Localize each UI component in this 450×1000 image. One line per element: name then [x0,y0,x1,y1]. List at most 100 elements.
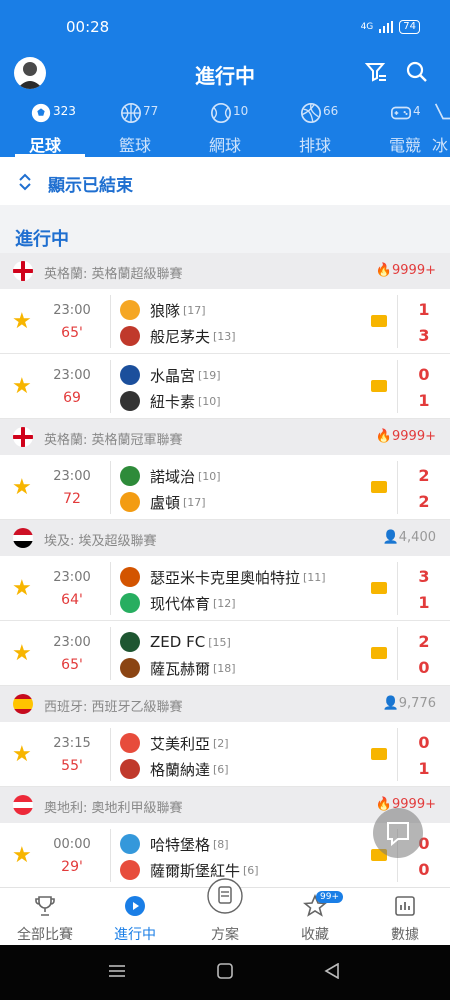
nav-in-play[interactable]: 進行中 [90,888,180,946]
search-icon[interactable] [405,60,429,84]
home-score: 2 [418,466,430,485]
tab-label: 籃球 [118,136,151,155]
status-time: 00:28 [66,18,110,36]
away-score: 0 [418,658,430,677]
back-triangle-icon[interactable] [324,963,340,979]
divider [110,461,111,514]
document-icon [207,878,243,914]
away-team: 紐卡素 [10] [120,389,221,413]
favorite-star-icon[interactable]: ★ [12,475,32,500]
hockey-icon [434,103,450,120]
league-count-value: 9,776 [398,696,436,711]
team-name: 盧頓 [150,493,181,512]
user-icon: 👤 [382,696,399,711]
divider [110,295,111,348]
play-circle-icon [125,896,145,916]
tab-volleyball[interactable]: 66 排球 [270,100,360,157]
team-badge-icon [120,759,140,779]
away-score: 1 [418,593,430,612]
show-ended-toggle[interactable]: 顯示已結束 [0,157,450,205]
match-row[interactable]: ★ 23:15 55' 艾美利亞 [2] 格蘭納達 [6] 0 1 [0,722,450,787]
user-icon: 👤 [382,530,399,545]
league-header[interactable]: 埃及: 埃及超级聯賽 👤4,400 [0,520,450,556]
divider [110,728,111,781]
team-badge-icon [120,632,140,652]
away-team: 格蘭納達 [6] [120,757,229,781]
live-video-icon[interactable] [371,748,387,760]
team-name: 现代体育 [150,594,211,613]
team-name: ZED FC [150,633,206,651]
live-video-icon[interactable] [371,647,387,659]
tab-tennis[interactable]: 10 網球 [180,100,270,157]
home-team: 狼隊 [17] [120,298,206,322]
away-team: 现代体育 [12] [120,591,236,615]
live-video-icon[interactable] [371,481,387,493]
team-rank: [18] [213,661,236,675]
league-count: 👤9,776 [383,696,436,711]
team-rank: [12] [213,596,236,610]
home-team: ZED FC [15] [120,630,231,654]
away-team: 盧頓 [17] [120,490,206,514]
match-row[interactable]: ★ 23:00 72 諾域治 [10] 盧頓 [17] 2 2 [0,455,450,520]
team-badge-icon [120,492,140,512]
match-row[interactable]: ★ 23:00 64' 瑟亞米卡克里奧帕特拉 [11] 现代体育 [12] 3 1 [0,556,450,621]
live-video-icon[interactable] [371,380,387,392]
nav-tips[interactable]: 方案 [180,878,270,946]
league-count-value: 9999+ [392,263,436,278]
match-time: 23:00 [53,469,91,484]
divider [397,295,398,348]
section-title: 進行中 [15,229,69,250]
filter-icon[interactable] [364,60,388,84]
divider [397,627,398,680]
floating-action-button[interactable] [373,808,423,858]
tab-football[interactable]: 323 足球 [0,100,90,157]
match-row[interactable]: ★ 23:00 65' 狼隊 [17] 般尼茅夫 [13] 1 3 [0,289,450,354]
favorite-star-icon[interactable]: ★ [12,309,32,334]
team-name: 紐卡素 [150,392,196,411]
match-time: 00:00 [53,837,91,852]
section-header: 進行中 [0,205,450,253]
team-rank: [11] [303,570,326,584]
league-header[interactable]: 英格蘭: 英格蘭冠軍聯賽 🔥9999+ [0,419,450,455]
divider [110,562,111,615]
nav-all-matches[interactable]: 全部比賽 [0,888,90,946]
tab-ice-hockey[interactable]: 冰 [420,100,450,157]
home-team: 瑟亞米卡克里奧帕特拉 [11] [120,565,326,589]
tab-count: 323 [53,104,76,118]
divider [397,562,398,615]
league-header[interactable]: 西班牙: 西班牙乙級聯賽 👤9,776 [0,686,450,722]
nav-data[interactable]: 數據 [360,888,450,946]
league-header[interactable]: 英格蘭: 英格蘭超級聯賽 🔥9999+ [0,253,450,289]
nav-favorites[interactable]: 收藏 [270,888,360,946]
favorite-star-icon[interactable]: ★ [12,843,32,868]
home-team: 艾美利亞 [2] [120,731,229,755]
tab-count: 10 [233,104,249,118]
favorite-star-icon[interactable]: ★ [12,576,32,601]
tab-basketball[interactable]: 77 籃球 [90,100,180,157]
home-score: 0 [418,365,430,384]
favorite-star-icon[interactable]: ★ [12,641,32,666]
tab-count: 77 [143,104,159,118]
team-rank: [10] [198,469,221,483]
egypt-flag-icon [13,528,33,548]
away-team: 薩瓦赫爾 [18] [120,656,236,680]
match-row[interactable]: ★ 23:00 65' ZED FC [15] 薩瓦赫爾 [18] 2 0 [0,621,450,686]
menu-icon[interactable] [108,963,126,979]
team-name: 薩瓦赫爾 [150,659,211,678]
team-rank: [19] [198,368,221,382]
home-square-icon[interactable] [217,963,233,979]
divider [397,728,398,781]
top-bar: 00:28 4G 74 進行中 323 足球 77 籃球 10 網球 66 排球… [0,0,450,157]
match-row[interactable]: ★ 23:00 69 水晶宮 [19] 紐卡素 [10] 0 1 [0,354,450,419]
live-video-icon[interactable] [371,315,387,327]
england-flag-icon [13,261,33,281]
live-video-icon[interactable] [371,582,387,594]
nav-label: 數據 [391,927,419,943]
team-badge-icon [120,326,140,346]
sport-tabs: 323 足球 77 籃球 10 網球 66 排球 4 電競 冰 [0,100,450,157]
favorite-star-icon[interactable]: ★ [12,374,32,399]
match-time: 23:00 [53,303,91,318]
show-ended-label: 顯示已結束 [48,176,133,196]
tab-label: 網球 [208,136,241,155]
favorite-star-icon[interactable]: ★ [12,742,32,767]
